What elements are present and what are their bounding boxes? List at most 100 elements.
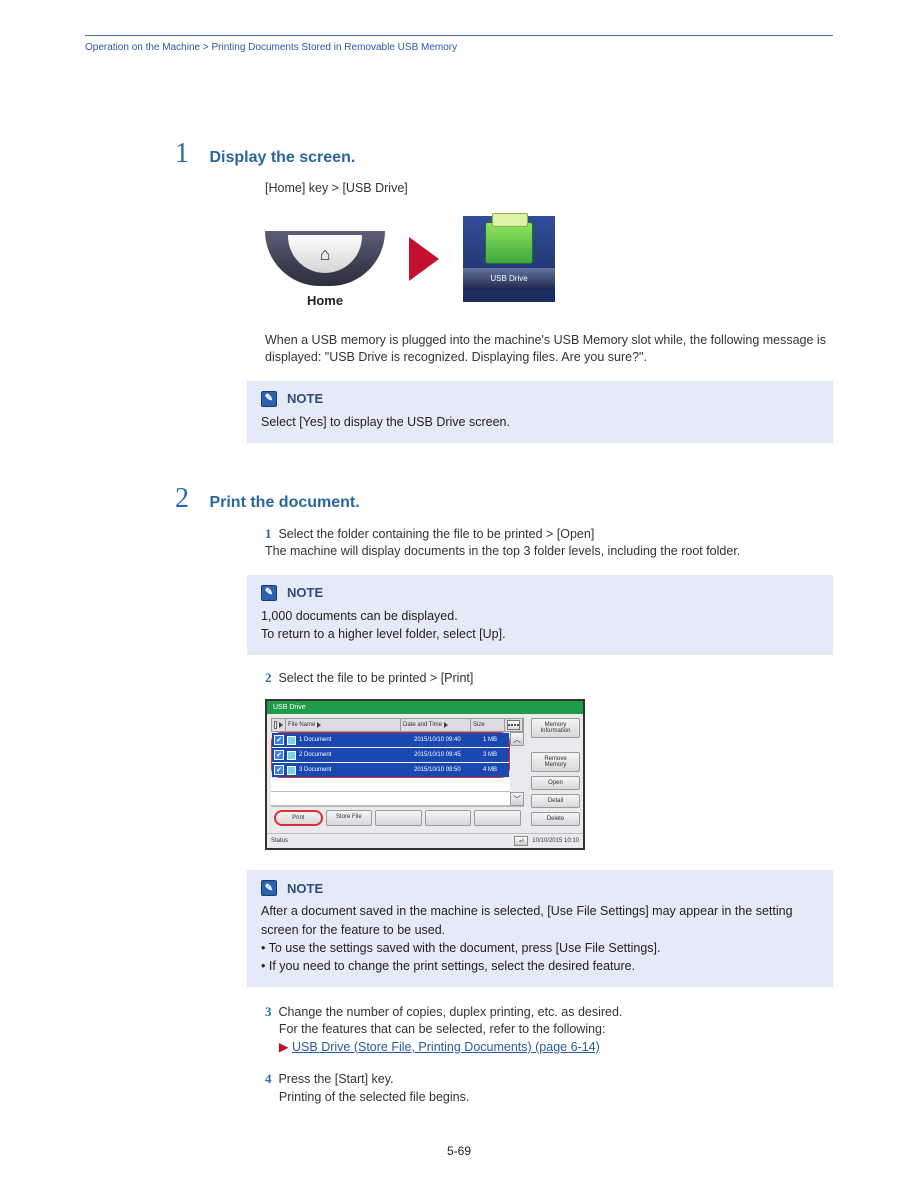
note-2-head: ✎ NOTE [261,880,819,896]
ss-header-row: File Name Date and Time Size [271,718,524,732]
note-icon-3: ✎ [261,880,277,896]
step2-sub1-text: Select the folder containing the file to… [265,527,740,559]
footer-button[interactable] [474,810,521,826]
note-2: ✎ NOTE After a document saved in the mac… [247,870,833,987]
empty-row [271,778,510,792]
status-label: Status [271,838,288,844]
note2-b: If you need to change the print settings… [269,959,635,973]
step2-sub1: 1 Select the folder containing the file … [265,525,833,561]
table-row[interactable]: ✔ 1 Document 2015/10/10 09:40 1 MB [272,733,509,748]
ss-status-bar: Status ⏎ 10/10/2015 10:10 [267,833,583,848]
note-mid-title: NOTE [287,585,323,600]
step-2-num: 2 [175,483,205,515]
page-number: 5-69 [0,1144,918,1158]
note-2-title: NOTE [287,881,323,896]
scroll-up-icon[interactable]: ︿ [510,732,524,746]
step-1-num: 1 [175,138,205,170]
note-icon: ✎ [261,391,277,407]
step2-sub3: 3 Change the number of copies, duplex pr… [265,1003,833,1057]
detail-button[interactable]: Detail [531,794,580,808]
cell-name: 2 Document [299,752,411,758]
sub4-b: Printing of the selected file begins. [279,1090,469,1104]
step2-sub4: 4 Press the [Start] key. Printing of the… [265,1070,833,1106]
cell-date: 2015/10/10 09:50 [414,767,480,773]
sub4-a: Press the [Start] key. [278,1072,393,1086]
step-2-header: 2 Print the document. [175,483,833,515]
note2-a: To use the settings saved with the docum… [269,941,661,955]
note-2-body: After a document saved in the machine is… [261,902,819,975]
checkbox-icon[interactable]: ✔ [274,765,284,775]
print-button[interactable]: Print [274,810,323,826]
col-date[interactable]: Date and Time [403,722,442,728]
step-2-title: Print the document. [209,494,359,511]
file-list: ✔ 1 Document 2015/10/10 09:40 1 MB ✔ 2 D… [271,732,510,778]
usb-tile-label: USB Drive [463,268,555,290]
note-mid-b: To return to a higher level folder, sele… [261,627,506,641]
table-row[interactable]: ✔ 2 Document 2015/10/10 09:45 3 MB [272,748,509,763]
note-mid-body: 1,000 documents can be displayed. To ret… [261,607,819,643]
sub3-b: For the features that can be selected, r… [279,1022,606,1036]
side-panel: Memory Information Remove Memory Open De… [528,714,583,833]
home-icon: ⌂ [288,235,362,273]
note-mid-a: 1,000 documents can be displayed. [261,609,458,623]
cell-name: 3 Document [299,767,411,773]
delete-button[interactable]: Delete [531,812,580,826]
step2-instr: Select the file to be printed > [Print] [278,671,473,685]
cell-date: 2015/10/10 09:45 [414,752,480,758]
cell-name: 1 Document [299,737,411,743]
note-1-body: Select [Yes] to display the USB Drive sc… [261,413,819,431]
note-mid: ✎ NOTE 1,000 documents can be displayed.… [247,575,833,655]
file-icon [287,751,296,760]
ss-titlebar: USB Drive [267,701,583,714]
footer-button[interactable] [375,810,422,826]
sub4-num: 4 [265,1071,272,1086]
header-row: Operation on the Machine > Printing Docu… [85,42,833,53]
sub3-a: Change the number of copies, duplex prin… [278,1005,622,1019]
cell-size: 4 MB [483,767,507,773]
note-1: ✎ NOTE Select [Yes] to display the USB D… [247,381,833,443]
arrow-icon [409,237,439,281]
home-strip: ⌂ Home USB Drive [265,216,833,302]
footer-button[interactable] [425,810,472,826]
note-mid-head: ✎ NOTE [261,585,819,601]
step-1-header: 1 Display the screen. [175,138,833,170]
cell-size: 1 MB [483,737,507,743]
grid-icon[interactable] [507,720,520,730]
memory-info-button[interactable]: Memory Information [531,718,580,738]
step1-line: [Home] key > [USB Drive] [265,180,833,198]
home-label: Home [265,293,385,308]
scrollbar[interactable]: ︿ ﹀ [510,732,524,806]
checkbox-icon[interactable]: ✔ [274,735,284,745]
col-size[interactable]: Size [473,722,485,728]
ss-footer: Print Store File [271,806,524,829]
scroll-down-icon[interactable]: ﹀ [510,792,524,806]
usb-drive-tile[interactable]: USB Drive [463,216,555,302]
store-file-button[interactable]: Store File [326,810,373,826]
ref-link[interactable]: USB Drive (Store File, Printing Document… [292,1040,600,1054]
sub3-num: 3 [265,1004,272,1019]
home-key[interactable]: ⌂ Home [265,231,385,286]
col-name[interactable]: File Name [288,722,315,728]
device-screenshot: USB Drive File Name Date and Time Size ✔… [265,699,585,850]
header-left: Operation on the Machine > Printing Docu… [85,42,457,53]
key-icon: ⏎ [514,836,528,846]
file-icon [287,736,296,745]
note2-text: After a document saved in the machine is… [261,904,793,936]
file-icon [287,766,296,775]
header-rule [85,35,833,36]
empty-row [271,792,510,806]
step1-subtext: When a USB memory is plugged into the ma… [265,332,833,367]
note-1-head: ✎ NOTE [261,391,819,407]
ss-title-left: USB Drive [273,704,306,711]
step-1-title: Display the screen. [209,149,355,166]
status-date: 10/10/2015 10:10 [532,838,579,844]
note-icon-2: ✎ [261,585,277,601]
step2-sub2: 2 Select the file to be printed > [Print… [265,669,833,688]
open-button[interactable]: Open [531,776,580,790]
remove-memory-button[interactable]: Remove Memory [531,752,580,772]
cell-size: 3 MB [483,752,507,758]
table-row[interactable]: ✔ 3 Document 2015/10/10 09:50 4 MB [272,763,509,777]
note-1-title: NOTE [287,391,323,406]
checkbox-icon[interactable]: ✔ [274,750,284,760]
usb-box-icon [485,222,533,264]
